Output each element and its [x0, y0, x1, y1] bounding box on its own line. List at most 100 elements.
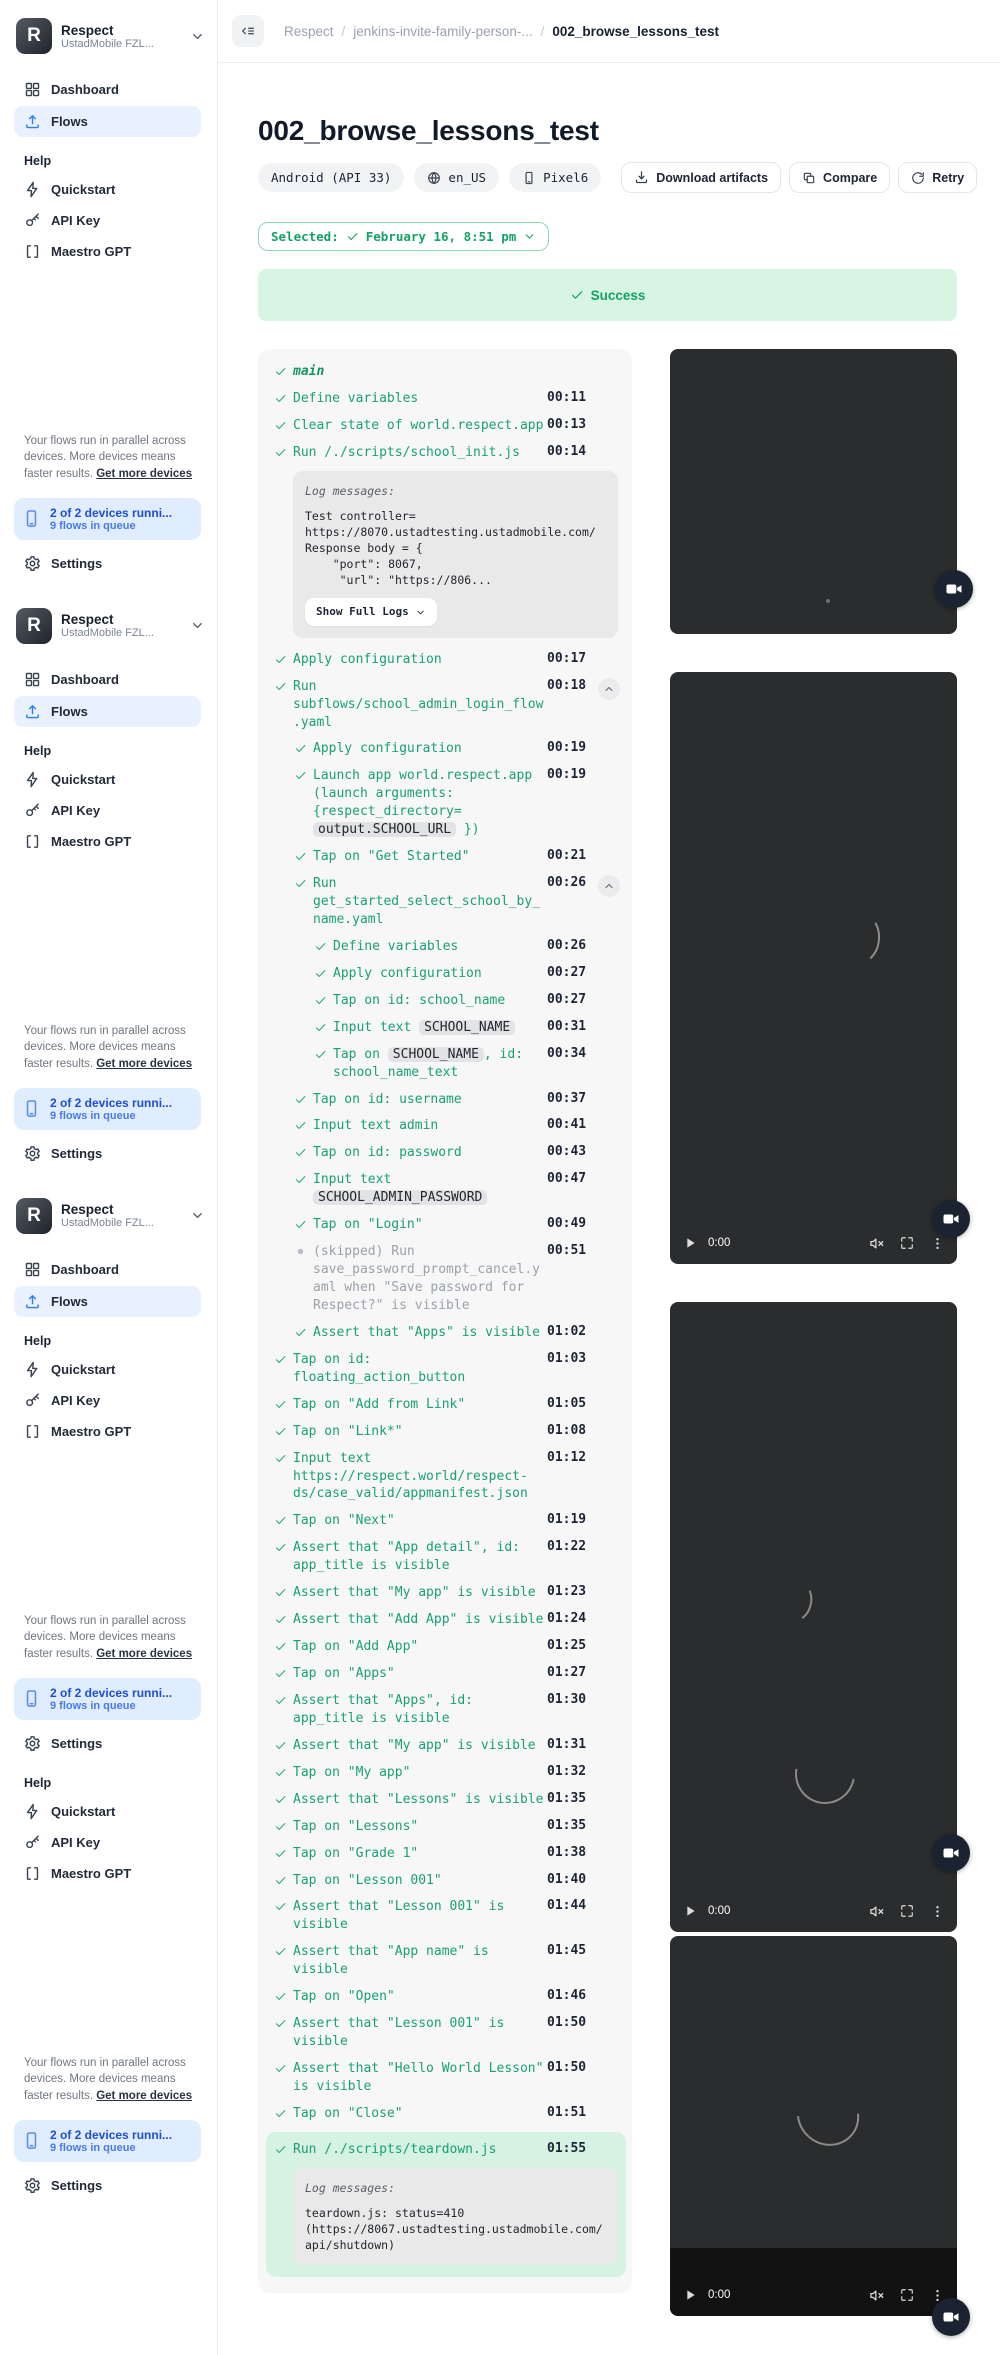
step-text: Assert that "Add App" is visible [293, 1612, 544, 1628]
step-text: Tap on "Add App" [293, 1639, 419, 1655]
get-more-devices-link[interactable]: Get more devices [96, 468, 192, 480]
play-button[interactable] [682, 1903, 698, 1919]
video-player-2[interactable]: 0:00 [670, 672, 970, 1264]
video-controls: 0:00 [670, 1222, 957, 1264]
sidebar-item-label: Settings [51, 2177, 103, 2193]
breadcrumb-suite[interactable]: jenkins-invite-family-person-... [353, 24, 532, 39]
step-row: Tap on "Add App" 01:25 [274, 1638, 618, 1656]
play-button[interactable] [682, 1235, 698, 1251]
run-selector-dropdown[interactable]: Selected: February 16, 8:51 pm [258, 222, 550, 251]
collapse-step-button[interactable] [598, 677, 621, 700]
check-icon [294, 1119, 309, 1132]
sidebar-item-label: API Key [51, 1392, 101, 1408]
fullscreen-button[interactable] [900, 1904, 914, 1918]
breadcrumb-org[interactable]: Respect [284, 24, 334, 39]
sidebar-item-maestro-gpt[interactable]: Maestro GPT [0, 826, 217, 857]
step-time: 01:22 [547, 1539, 587, 1555]
sidebar-item-quickstart[interactable]: Quickstart [0, 1354, 217, 1385]
get-more-devices-link[interactable]: Get more devices [96, 2090, 192, 2102]
device-status-box[interactable]: 2 of 2 devices runni... 9 flows in queue [14, 497, 201, 540]
mute-button[interactable] [869, 1236, 884, 1251]
sidebar-item-flows[interactable]: Flows [14, 106, 201, 137]
org-switcher[interactable]: R Respect UstadMobile FZL... [0, 607, 217, 644]
mute-button[interactable] [869, 1904, 884, 1919]
video-player-4[interactable]: 0:00 [670, 1936, 970, 2336]
record-video-button[interactable] [935, 570, 973, 608]
sidebar-item-maestro-gpt[interactable]: Maestro GPT [0, 236, 217, 267]
more-options-button[interactable] [930, 1904, 945, 1919]
org-logo: R [16, 18, 52, 54]
sidebar-block: Help Quickstart API Key Maestro GPT Your flo… [0, 1760, 217, 2194]
sidebar-item-api-key[interactable]: API Key [0, 1827, 217, 1858]
sidebar-item-api-key[interactable]: API Key [0, 205, 217, 236]
mute-button[interactable] [869, 2288, 884, 2303]
download-artifacts-button[interactable]: Download artifacts [621, 162, 782, 193]
video-player-3[interactable]: 0:00 [670, 1302, 970, 1932]
screen-dot [826, 599, 830, 603]
record-video-button[interactable] [932, 1200, 970, 1238]
get-more-devices-link[interactable]: Get more devices [96, 1058, 192, 1070]
device-status-box[interactable]: 2 of 2 devices runni... 9 flows in queue [14, 1087, 201, 1130]
bolt-icon [24, 1803, 41, 1820]
badge-device-label: Pixel6 [543, 170, 589, 185]
sidebar-item-maestro-gpt[interactable]: Maestro GPT [0, 1858, 217, 1889]
check-icon [294, 850, 309, 863]
step-time: 00:17 [547, 650, 587, 666]
sidebar-item-flows[interactable]: Flows [14, 1285, 201, 1317]
sidebar-item-dashboard[interactable]: Dashboard [0, 664, 217, 695]
badge-os-label: Android (API 33) [271, 170, 392, 185]
status-label: Success [590, 287, 646, 303]
sidebar-item-settings[interactable]: Settings [0, 1130, 217, 1162]
check-icon [274, 365, 289, 378]
sidebar-item-quickstart[interactable]: Quickstart [0, 764, 217, 795]
sidebar-item-quickstart[interactable]: Quickstart [0, 1796, 217, 1827]
check-icon [274, 1793, 289, 1806]
retry-button[interactable]: Retry [898, 162, 978, 193]
device-status-box[interactable]: 2 of 2 devices runni... 9 flows in queue [14, 2119, 201, 2162]
key-icon [24, 802, 41, 819]
check-icon [274, 1820, 289, 1833]
sidebar-item-settings[interactable]: Settings [0, 540, 217, 572]
collapse-step-button[interactable] [598, 875, 621, 898]
sidebar-block: R Respect UstadMobile FZL... Dashboard Flows… [0, 607, 217, 1162]
selected-run-date: February 16, 8:51 pm [365, 229, 517, 244]
show-full-logs-button[interactable]: Show Full Logs [305, 598, 437, 626]
check-icon [274, 2062, 289, 2075]
step-time: 01:23 [547, 1584, 587, 1600]
fullscreen-button[interactable] [900, 2288, 914, 2302]
sidebar-item-api-key[interactable]: API Key [0, 795, 217, 826]
badge-device: Pixel6 [509, 163, 602, 192]
sidebar-item-api-key[interactable]: API Key [0, 1385, 217, 1416]
more-options-button[interactable] [930, 1236, 945, 1251]
play-button[interactable] [682, 2287, 698, 2303]
sidebar-item-label: Flows [51, 1293, 88, 1309]
check-icon [274, 1739, 289, 1752]
sidebar-item-dashboard[interactable]: Dashboard [0, 1254, 217, 1285]
help-section-label: Help [24, 1775, 52, 1790]
get-more-devices-link[interactable]: Get more devices [96, 1648, 192, 1660]
sidebar-item-maestro-gpt[interactable]: Maestro GPT [0, 1416, 217, 1447]
sidebar-item-flows[interactable]: Flows [14, 695, 201, 727]
breadcrumb-current: 002_browse_lessons_test [552, 23, 719, 39]
step-text: Run get_started_select_school_by_name.ya… [313, 876, 540, 927]
record-video-button[interactable] [932, 2298, 970, 2336]
video-player-1[interactable] [670, 349, 973, 634]
breadcrumb-separator: / [540, 23, 545, 39]
collapse-sidebar-button[interactable] [232, 15, 264, 47]
sidebar-item-settings[interactable]: Settings [0, 2162, 217, 2194]
org-switcher[interactable]: R Respect UstadMobile FZL... [0, 18, 217, 54]
record-video-button[interactable] [932, 1834, 970, 1872]
device-status-box[interactable]: 2 of 2 devices runni... 9 flows in queue [14, 1677, 201, 1720]
log-line: Test controller= [305, 508, 416, 523]
sidebar-item-dashboard[interactable]: Dashboard [0, 74, 217, 105]
chevron-down-icon [190, 1208, 205, 1223]
breadcrumb-separator: / [341, 23, 346, 39]
sidebar-item-settings[interactable]: Settings [0, 1720, 217, 1752]
sidebar-item-quickstart[interactable]: Quickstart [0, 174, 217, 205]
loading-arc [838, 911, 884, 967]
step-time: 00:19 [547, 767, 587, 783]
fullscreen-button[interactable] [900, 1236, 914, 1250]
compare-button[interactable]: Compare [789, 162, 891, 193]
log-line: Response body = { [305, 541, 423, 556]
org-switcher[interactable]: R Respect UstadMobile FZL... [0, 1197, 217, 1234]
